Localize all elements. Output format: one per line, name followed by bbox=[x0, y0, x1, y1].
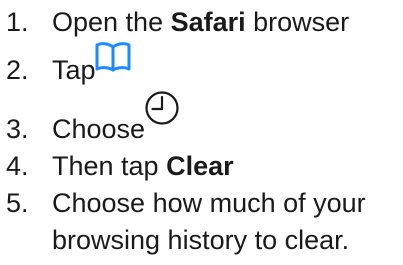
step-number: 4. bbox=[6, 151, 29, 181]
step-number: 2. bbox=[6, 55, 29, 85]
book-icon bbox=[95, 40, 131, 79]
clock-icon bbox=[143, 89, 181, 134]
step-text-after: browser bbox=[245, 7, 350, 37]
step-text-line-1: Choose how much of your bbox=[52, 188, 366, 218]
step-text-line-2: browsing history to clear. bbox=[52, 225, 350, 255]
app-name: Safari bbox=[170, 7, 246, 37]
step-text: Then tap Clear bbox=[52, 150, 234, 182]
step-number: 5. bbox=[6, 188, 29, 218]
step-number: 1. bbox=[6, 7, 29, 37]
step-text: Open the Safari browser bbox=[52, 6, 349, 38]
step-text: Choose bbox=[52, 114, 146, 144]
step-number: 3. bbox=[6, 114, 29, 144]
clear-label: Clear bbox=[166, 151, 234, 181]
step-text: Tap bbox=[52, 55, 96, 85]
instruction-list: 1. Open the Safari browser 2. Tap 3. Cho… bbox=[0, 0, 403, 265]
step-text-before: Open the bbox=[52, 7, 171, 37]
step-text-before: Then tap bbox=[52, 151, 167, 181]
